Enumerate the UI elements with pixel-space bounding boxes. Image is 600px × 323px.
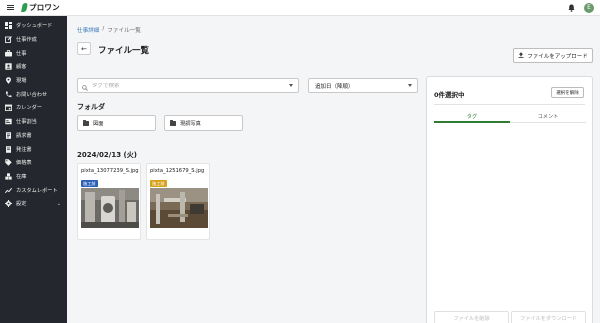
deselect-button[interactable]: 選択を解除 (551, 87, 584, 98)
breadcrumb-separator: / (102, 26, 105, 32)
file-card[interactable]: pixta_13077239_S.jpg 施工前 (77, 163, 141, 240)
upload-icon (518, 51, 524, 60)
file-card[interactable]: pixta_1251679_S.jpg 施工前 (146, 163, 210, 240)
sidebar-item-invoices[interactable]: 請求書 (0, 129, 67, 143)
tab-tags[interactable]: タグ (434, 111, 510, 123)
sidebar-item-inquiries[interactable]: お問い合わせ (0, 87, 67, 101)
logo-mark-icon (21, 3, 28, 12)
gear-icon (5, 200, 12, 208)
location-pin-icon (5, 77, 12, 84)
sort-select-value: 追加日（降順） (315, 83, 354, 90)
logo-text: プロワン (29, 3, 60, 12)
sidebar-item-label: ダッシュボード (16, 23, 53, 30)
sidebar-item-label: 発注書 (16, 146, 32, 153)
assign-icon (5, 118, 12, 125)
search-icon (82, 76, 88, 95)
phone-icon (5, 91, 12, 98)
page-title: ファイル一覧 (98, 45, 150, 56)
bell-icon[interactable] (568, 4, 575, 12)
sidebar-item-jobs[interactable]: 仕事 (0, 46, 67, 60)
price-tag-icon (5, 159, 12, 166)
sidebar-item-label: お問い合わせ (16, 91, 48, 98)
breadcrumb-current: ファイル一覧 (107, 28, 141, 34)
sidebar-item-purchase-orders[interactable]: 発注書 (0, 142, 67, 156)
upload-file-label: ファイルをアップロード (527, 53, 588, 60)
file-tag-badge: 施工前 (81, 180, 98, 187)
back-button[interactable]: ← (77, 42, 91, 55)
sidebar-item-create-job[interactable]: 仕事作成 (0, 33, 67, 47)
logo[interactable]: プロワン (21, 2, 60, 13)
sidebar: ダッシュボード 仕事作成 仕事 顧客 現場 お問い合わせ カレンダー 仕事割当 … (0, 16, 67, 323)
breadcrumb-link-job-detail[interactable]: 仕事詳細 (77, 26, 99, 34)
dashboard-icon (5, 22, 12, 30)
tag-search-input[interactable] (92, 82, 272, 89)
upload-file-button[interactable]: ファイルをアップロード (513, 48, 593, 63)
folder-site-photos[interactable]: 現調写真 (164, 115, 243, 131)
folder-icon (170, 119, 176, 126)
briefcase-icon (5, 49, 12, 57)
edit-icon (5, 36, 12, 43)
arrow-left-icon: ← (81, 44, 87, 53)
sidebar-item-job-assignment[interactable]: 仕事割当 (0, 115, 67, 129)
dropdown-arrow-icon (408, 84, 412, 87)
sidebar-item-label: 設定 (16, 201, 27, 208)
sidebar-item-label: カスタムレポート (16, 187, 58, 194)
sidebar-item-inventory[interactable]: 在庫 (0, 170, 67, 184)
selection-panel: 0件選択中 選択を解除 タグ コメント ファイルを削除 ファイルをダウンロード (426, 76, 593, 323)
sidebar-item-label: 在庫 (16, 173, 27, 180)
tag-search-box[interactable] (77, 78, 299, 93)
sidebar-item-price-list[interactable]: 価格表 (0, 156, 67, 170)
sort-select[interactable]: 追加日（降順） (308, 78, 418, 93)
sidebar-item-customers[interactable]: 顧客 (0, 60, 67, 74)
sidebar-item-label: 仕事 (16, 50, 27, 57)
selection-count: 0件選択中 (434, 91, 465, 99)
inventory-icon (5, 173, 12, 180)
file-tag-badge: 施工前 (150, 180, 167, 187)
file-thumbnail (81, 188, 139, 228)
order-icon (5, 145, 12, 153)
folder-icon (83, 119, 89, 126)
delete-file-button[interactable]: ファイルを削除 (434, 311, 509, 323)
sidebar-item-label: 請求書 (16, 132, 32, 139)
sidebar-item-settings[interactable]: 設定 ⌄ (0, 197, 67, 211)
tab-comments[interactable]: コメント (510, 111, 586, 123)
contact-card-icon (5, 63, 12, 71)
chart-line-icon (5, 187, 12, 194)
breadcrumb: 仕事詳細 / ファイル一覧 (77, 26, 141, 34)
sidebar-item-custom-report[interactable]: カスタムレポート (0, 183, 67, 197)
avatar[interactable]: E (584, 3, 594, 13)
chevron-down-icon[interactable]: ⌄ (57, 201, 61, 207)
top-bar: プロワン E (0, 0, 600, 16)
sidebar-item-label: 現場 (16, 78, 27, 85)
date-group-heading: 2024/02/13 (火) (77, 151, 137, 159)
sidebar-item-calendar[interactable]: カレンダー (0, 101, 67, 115)
sidebar-item-dashboard[interactable]: ダッシュボード (0, 19, 67, 33)
folder-section-title: フォルダ (77, 103, 105, 111)
sidebar-item-label: 仕事割当 (16, 119, 37, 126)
menu-icon[interactable] (2, 0, 18, 16)
calendar-icon (5, 104, 12, 112)
sidebar-item-label: 価格表 (16, 160, 32, 167)
sidebar-item-sites[interactable]: 現場 (0, 74, 67, 88)
folder-label: 現調写真 (180, 120, 201, 127)
sidebar-item-label: 仕事作成 (16, 37, 37, 44)
invoice-icon (5, 132, 12, 139)
file-name: pixta_13077239_S.jpg (81, 168, 139, 174)
sidebar-item-label: カレンダー (16, 105, 42, 112)
file-thumbnail (150, 188, 208, 228)
main-content: 仕事詳細 / ファイル一覧 ← ファイル一覧 ファイルをアップロード 追加日（降… (67, 16, 600, 323)
download-file-button[interactable]: ファイルをダウンロード (511, 311, 586, 323)
folder-drawings[interactable]: 図面 (77, 115, 156, 131)
folder-label: 図面 (93, 120, 104, 127)
divider (434, 104, 585, 105)
dropdown-arrow-icon[interactable] (289, 84, 293, 87)
file-name: pixta_1251679_S.jpg (150, 168, 205, 174)
sidebar-item-label: 顧客 (16, 64, 27, 71)
